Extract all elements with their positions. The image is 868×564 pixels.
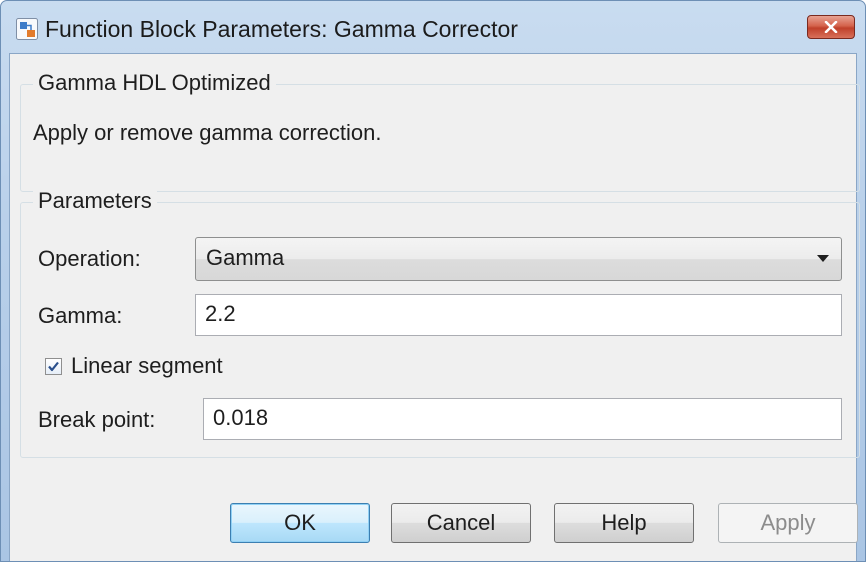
block-description: Apply or remove gamma correction.	[33, 120, 382, 145]
checkmark-icon	[48, 361, 59, 372]
operation-dropdown[interactable]: Gamma	[195, 237, 842, 281]
dialog-body: Gamma HDL Optimized Apply or remove gamm…	[9, 53, 860, 561]
gamma-value: 2.2	[205, 301, 236, 326]
gamma-label: Gamma:	[38, 303, 123, 328]
break-point-label: Break point:	[38, 407, 156, 432]
ok-button[interactable]: OK	[230, 503, 370, 543]
help-button[interactable]: Help	[554, 503, 694, 543]
close-button[interactable]	[807, 15, 855, 39]
operation-value: Gamma	[206, 245, 285, 270]
dialog-window: Function Block Parameters: Gamma Correct…	[0, 0, 866, 562]
simulink-block-icon	[16, 18, 38, 40]
chevron-down-icon	[817, 255, 829, 262]
parameters-group-title: Parameters	[33, 187, 157, 215]
break-point-value: 0.018	[213, 405, 269, 430]
operation-label: Operation:	[38, 246, 141, 271]
close-icon	[824, 21, 838, 33]
window-title: Function Block Parameters: Gamma Correct…	[45, 16, 518, 42]
parameters-group: Parameters Operation: Gamma Gamma: 2.2 L…	[20, 187, 860, 458]
linear-segment-label[interactable]: Linear segment	[71, 352, 223, 380]
cancel-button[interactable]: Cancel	[391, 503, 531, 543]
apply-button[interactable]: Apply	[718, 503, 858, 543]
block-description-group: Gamma HDL Optimized Apply or remove gamm…	[20, 69, 860, 192]
title-bar[interactable]: Function Block Parameters: Gamma Correct…	[1, 1, 865, 53]
gamma-input[interactable]: 2.2	[195, 294, 842, 336]
block-group-title: Gamma HDL Optimized	[33, 69, 276, 97]
break-point-input[interactable]: 0.018	[203, 398, 842, 440]
linear-segment-checkbox[interactable]	[45, 358, 62, 375]
